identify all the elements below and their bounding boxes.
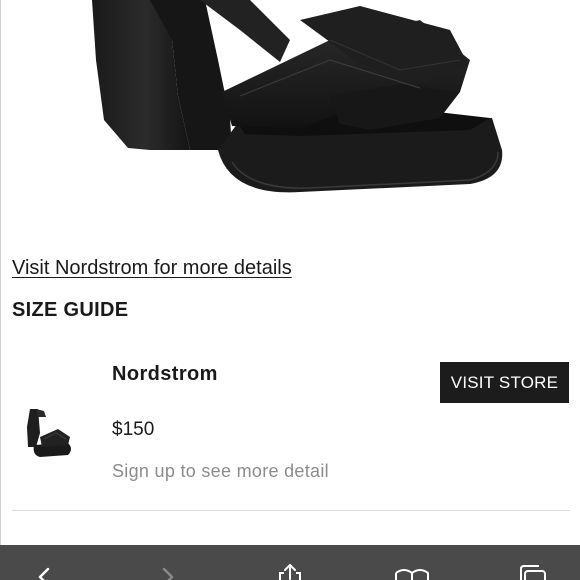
browser-toolbar bbox=[0, 545, 580, 580]
store-listing-card: Nordstrom VISIT STORE $150 Sign up to se… bbox=[0, 345, 580, 515]
signup-link[interactable]: Sign up to see more detail bbox=[112, 461, 329, 482]
share-icon bbox=[279, 564, 301, 580]
share-button[interactable] bbox=[268, 545, 312, 580]
product-image bbox=[0, 0, 580, 245]
tabs-icon bbox=[520, 565, 546, 580]
visit-nordstrom-link[interactable]: Visit Nordstrom for more details bbox=[12, 257, 292, 280]
book-icon bbox=[395, 569, 429, 580]
back-button[interactable] bbox=[22, 545, 66, 580]
size-guide-heading[interactable]: SIZE GUIDE bbox=[12, 299, 128, 322]
store-name: Nordstrom bbox=[112, 363, 218, 385]
forward-button[interactable] bbox=[146, 545, 190, 580]
chevron-right-icon bbox=[162, 567, 174, 580]
product-thumbnail[interactable] bbox=[22, 407, 74, 461]
section-divider bbox=[12, 510, 570, 511]
chevron-left-icon bbox=[38, 567, 50, 580]
price: $150 bbox=[112, 419, 155, 440]
tabs-button[interactable] bbox=[513, 545, 557, 580]
sandal-thumbnail-icon bbox=[27, 409, 71, 457]
visit-store-button[interactable]: VISIT STORE bbox=[440, 362, 569, 403]
platform-sandal-illustration bbox=[92, 0, 503, 193]
bookmarks-button[interactable] bbox=[390, 545, 434, 580]
